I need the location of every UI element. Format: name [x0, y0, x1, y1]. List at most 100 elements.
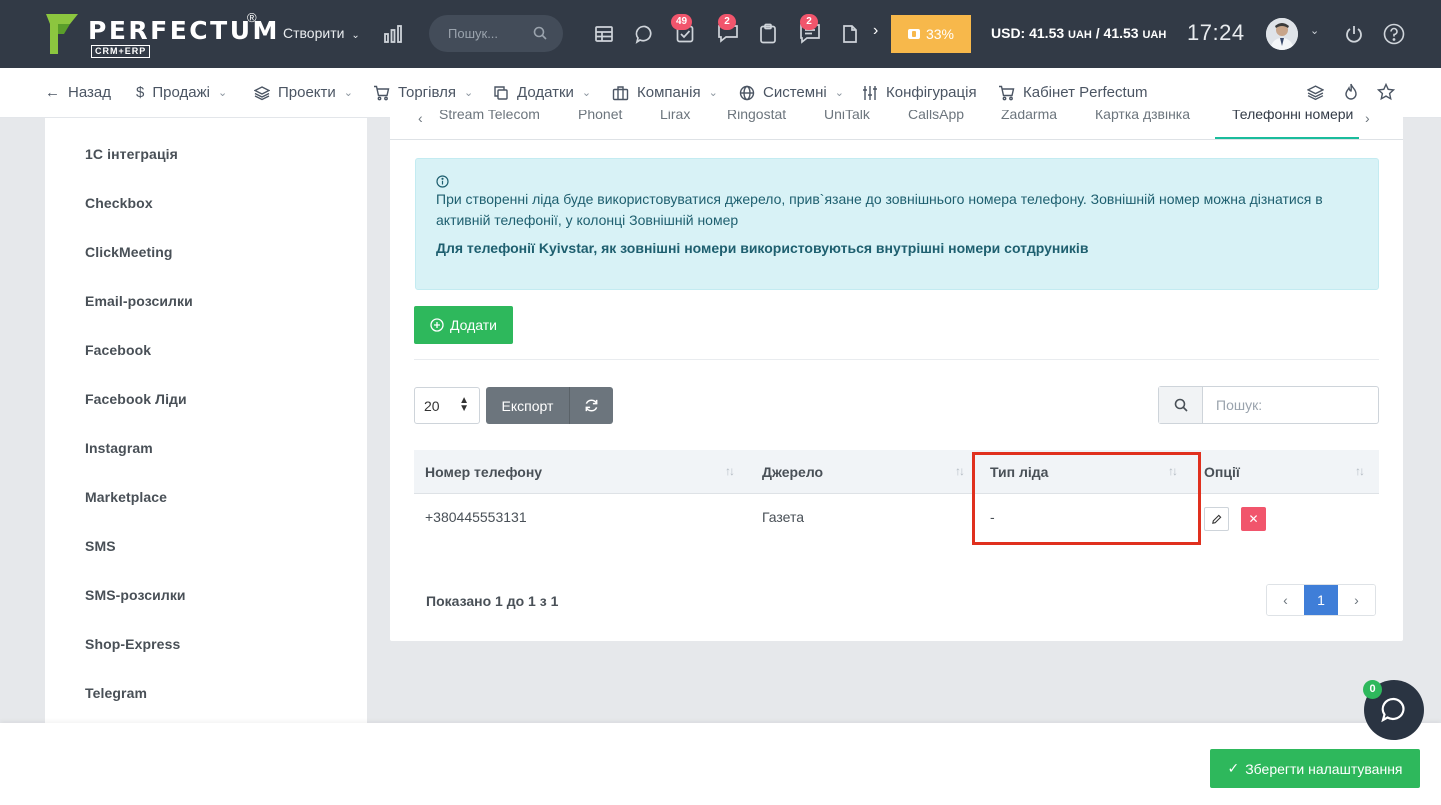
menu-company-label: Компанія: [637, 84, 701, 101]
divider: [414, 359, 1379, 360]
page-button[interactable]: 1: [1304, 585, 1338, 615]
chevron-right-icon[interactable]: ›: [873, 22, 878, 40]
tab-phone-numbers[interactable]: Телефонні номери: [1232, 110, 1353, 122]
page-size-select[interactable]: 20 ▲ ▼: [414, 387, 480, 424]
tabs-next-icon[interactable]: ›: [1365, 110, 1370, 126]
menu-projects-label: Проекти: [278, 84, 336, 101]
prev-page-button[interactable]: ‹: [1267, 585, 1304, 615]
sidebar-item-marketplace[interactable]: Marketplace: [85, 489, 167, 505]
add-phone-button[interactable]: Додати: [414, 306, 513, 344]
menu-trade[interactable]: Торгівля ⌄: [373, 84, 473, 101]
refresh-icon: [585, 399, 598, 412]
currency-rate: USD: 41.53 UAH / 41.53 UAH: [991, 25, 1166, 41]
arrow-left-icon: ←: [45, 84, 60, 101]
calendar-table-icon[interactable]: [594, 24, 614, 44]
tab-phonet[interactable]: Phonet: [578, 110, 622, 122]
menu-addons[interactable]: Додатки ⌄: [493, 84, 591, 101]
sliders-icon: [863, 85, 877, 100]
user-menu-chevron-icon[interactable]: ⌄: [1310, 24, 1319, 37]
pagination-info: Показано 1 до 1 з 1: [426, 593, 559, 609]
clipboard-icon[interactable]: [759, 23, 777, 44]
chevron-down-icon: ⌄: [217, 87, 228, 99]
close-icon: ✕: [1248, 512, 1259, 526]
chevron-down-icon: ⌄: [351, 30, 360, 41]
back-link[interactable]: ← Назад: [45, 84, 111, 101]
sidebar-item-1c[interactable]: 1C інтеграція: [85, 146, 178, 162]
tab-lirax[interactable]: Lirax: [660, 110, 690, 122]
sort-icon[interactable]: ↑↓: [725, 464, 735, 478]
bar-chart-icon[interactable]: [383, 24, 403, 44]
sidebar-item-sms-mailing[interactable]: SMS-розсилки: [85, 587, 186, 603]
tab-callsapp[interactable]: CallsApp: [908, 110, 964, 122]
refresh-button[interactable]: [569, 387, 613, 424]
table-search-button[interactable]: [1159, 387, 1203, 423]
header-options: Опції: [1204, 464, 1240, 480]
sidebar-item-email[interactable]: Email-розсилки: [85, 293, 193, 309]
sort-icon[interactable]: ↑↓: [1355, 464, 1365, 478]
header-phone[interactable]: Номер телефону: [425, 464, 542, 480]
sidebar-item-instagram[interactable]: Instagram: [85, 440, 153, 456]
global-search-input[interactable]: Пошук...: [429, 15, 563, 52]
menu-configuration[interactable]: Конфігурація: [862, 84, 977, 101]
menu-addons-label: Додатки: [517, 84, 574, 101]
header-source[interactable]: Джерело: [762, 464, 823, 480]
export-label: Експорт: [501, 397, 554, 414]
sidebar-item-facebook-leads[interactable]: Facebook Ліди: [85, 391, 187, 407]
document-icon[interactable]: [841, 24, 859, 44]
sidebar-item-checkbox[interactable]: Checkbox: [85, 195, 153, 211]
cell-phone: +380445553131: [425, 509, 527, 525]
menu-sales[interactable]: $ Продажі ⌄: [136, 84, 227, 101]
rate-uah-1: UAH: [1068, 29, 1092, 41]
perfectum-logo[interactable]: PERFECTUM ® CRM+ERP: [44, 10, 277, 58]
menu-projects[interactable]: Проекти ⌄: [254, 84, 353, 101]
copy-icon: [494, 85, 508, 100]
delete-button[interactable]: ✕: [1241, 507, 1266, 531]
cell-source: Газета: [762, 509, 805, 525]
tab-unitalk[interactable]: UniTalk: [824, 110, 870, 122]
edit-button[interactable]: [1204, 507, 1229, 531]
info-alert: При створенні ліда буде використовуватис…: [415, 158, 1379, 290]
user-avatar[interactable]: [1266, 18, 1298, 50]
menu-company[interactable]: Компанія ⌄: [612, 84, 718, 101]
save-label: Зберегти налаштування: [1245, 760, 1403, 777]
create-dropdown[interactable]: Створити ⌄: [283, 25, 360, 41]
sidebar-item-clickmeeting[interactable]: ClickMeeting: [85, 244, 173, 260]
menu-system[interactable]: Системні ⌄: [739, 84, 844, 101]
check-icon: ✓: [1227, 760, 1240, 776]
menu-sales-label: Продажі: [152, 84, 210, 101]
alert-text: При створенні ліда буде використовуватис…: [436, 191, 1323, 228]
chevron-down-icon: ⌄: [343, 87, 354, 99]
logo-subtitle: CRM+ERP: [91, 45, 151, 58]
tab-stream-telecom[interactable]: Stream Telecom: [439, 110, 540, 122]
chat-bubble-icon[interactable]: [635, 24, 655, 44]
plus-circle-icon: [430, 318, 444, 332]
tab-ringostat[interactable]: Ringostat: [727, 110, 786, 122]
rate-usd: USD: 41.53: [991, 25, 1069, 41]
tab-call-card[interactable]: Картка дзвінка: [1095, 110, 1190, 122]
help-icon[interactable]: [1383, 23, 1405, 45]
sort-icon[interactable]: ↑↓: [955, 464, 965, 478]
export-button[interactable]: Експорт: [486, 387, 569, 424]
save-settings-button[interactable]: ✓ Зберегти налаштування: [1210, 749, 1420, 788]
sidebar-item-facebook[interactable]: Facebook: [85, 342, 151, 358]
logo-mark-icon: [46, 14, 78, 54]
global-search-placeholder: Пошук...: [448, 26, 499, 41]
next-page-button[interactable]: ›: [1338, 585, 1375, 615]
progress-icon: [907, 29, 920, 39]
rate-mid: / 41.53: [1091, 25, 1143, 41]
layers-icon: [254, 85, 270, 100]
table-search-input[interactable]: [1204, 387, 1378, 423]
telephony-tabs: ‹ Stream Telecom Phonet Lirax Ringostat …: [390, 110, 1403, 140]
cart-icon: [374, 85, 390, 100]
setup-progress-button[interactable]: 33%: [891, 15, 971, 53]
sidebar-item-shop-express[interactable]: Shop-Express: [85, 636, 180, 652]
sidebar-item-sms[interactable]: SMS: [85, 538, 116, 554]
tab-zadarma[interactable]: Zadarma: [1001, 110, 1057, 122]
power-icon[interactable]: [1344, 24, 1364, 44]
tabs-prev-icon[interactable]: ‹: [418, 110, 423, 126]
sidebar-item-telegram[interactable]: Telegram: [85, 685, 147, 701]
star-icon[interactable]: [1377, 83, 1395, 101]
menu-perfectum-cabinet[interactable]: Кабінет Perfectum: [998, 84, 1148, 101]
fire-icon[interactable]: [1343, 83, 1359, 101]
layers-toggle-icon[interactable]: [1307, 84, 1324, 101]
